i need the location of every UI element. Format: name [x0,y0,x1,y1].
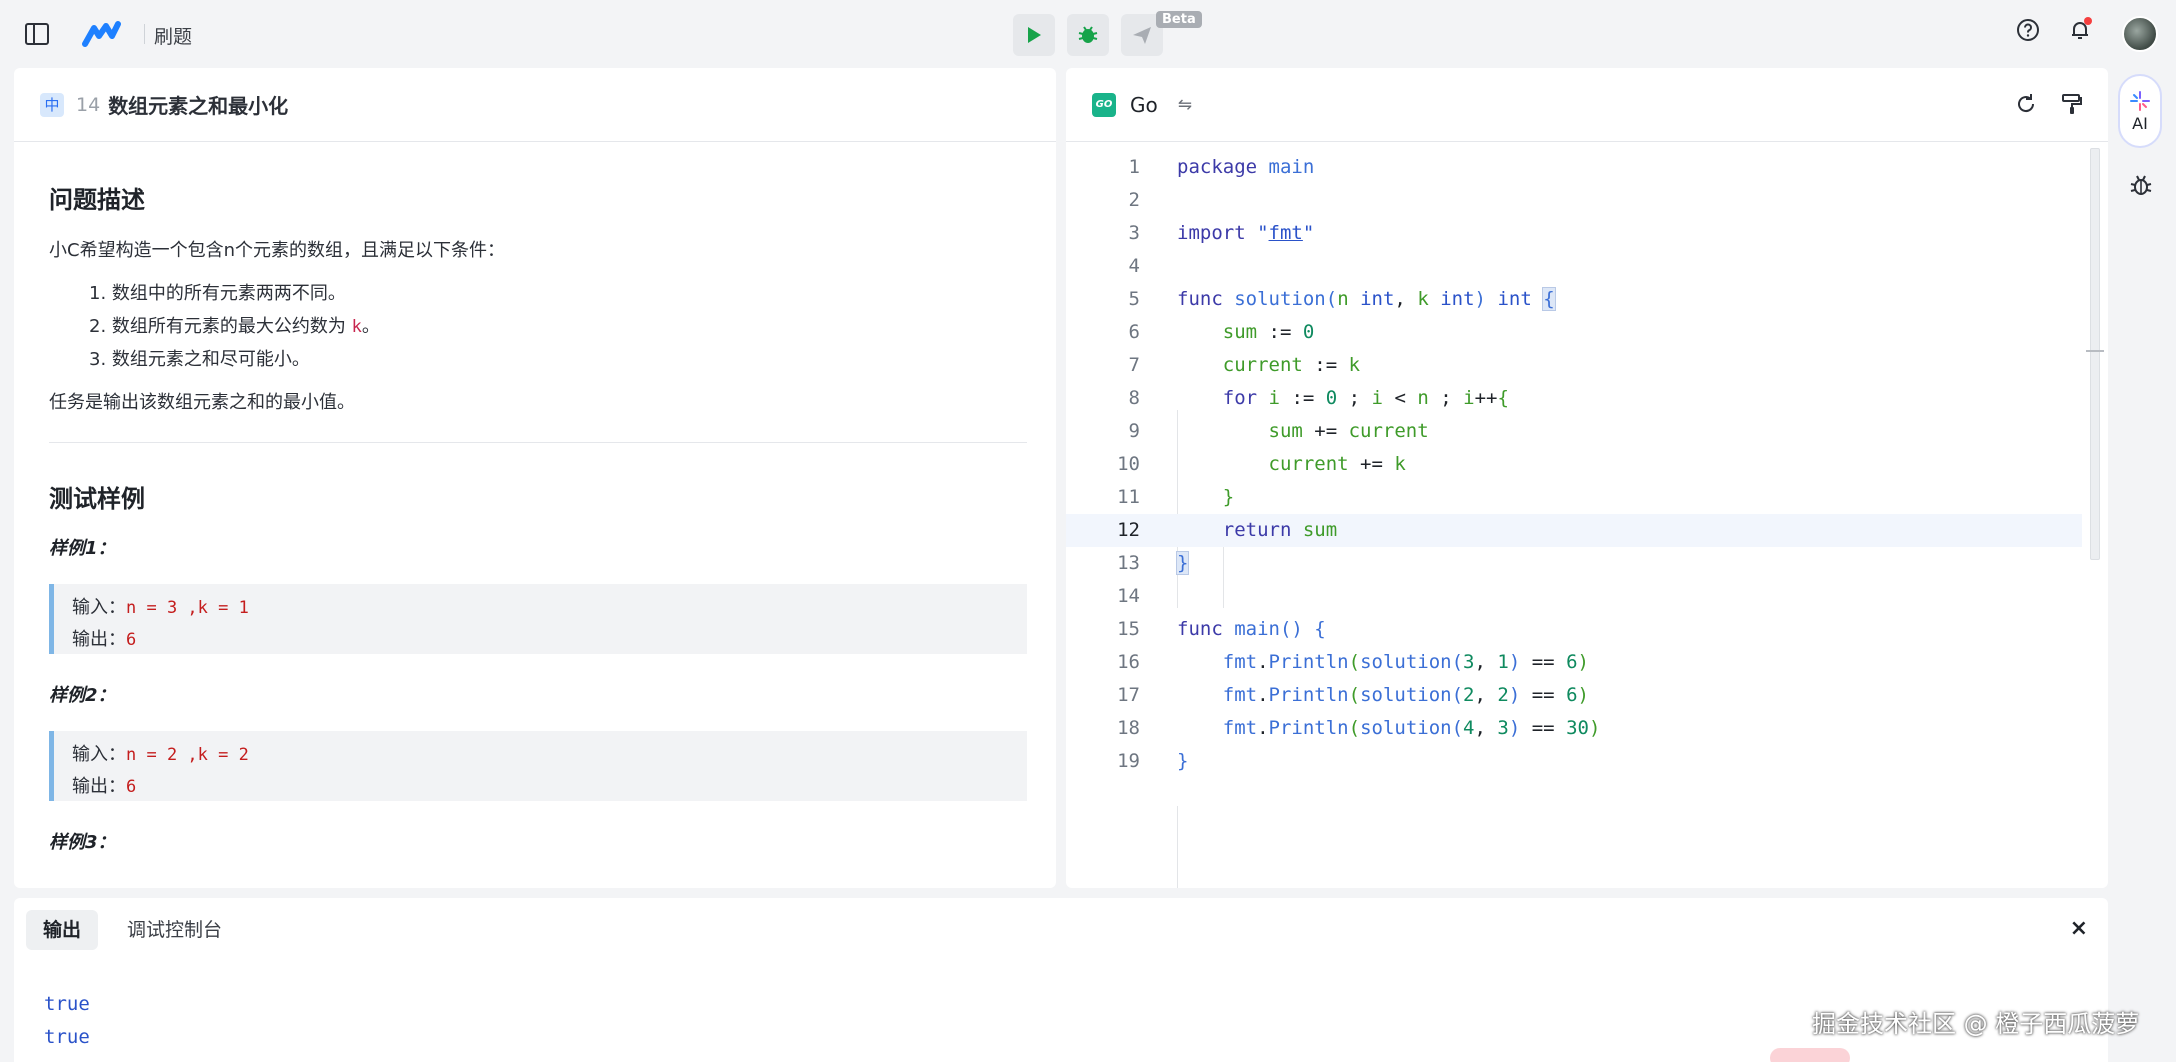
code-line: 13} [1117,551,1190,575]
go-language-icon: GO [1092,92,1116,117]
debug-button[interactable] [1067,14,1109,56]
code-area[interactable]: 1 package main 2 3 import "fmt" 4 5 func so… [1066,142,2108,888]
editor-actions [2014,92,2084,120]
editor-header: GO Go ⇋ [1066,68,2108,142]
example-output: 6 [126,630,137,650]
header-divider [144,24,145,44]
condition-item: 2. 数组所有元素的最大公约数为 k。 [89,316,380,337]
example-box: 输入：n = 3 ,k = 1 输出：6 [49,584,1027,654]
floating-widget[interactable] [1770,1048,1850,1062]
code-line: 7 current := k [1128,354,1361,376]
sidebar-toggle-icon[interactable] [24,22,50,46]
condition-list: 1. 数组中的所有元素两两不同。 2. 数组所有元素的最大公约数为 k。 3. … [89,277,1028,376]
code-line: 11 } [1117,486,1235,508]
logo[interactable] [82,20,126,48]
code-editor-panel: GO Go ⇋ 1 package main 2 3 import "fmt" 4 … [1066,68,2108,888]
example-label: 样例3： [49,832,116,853]
scrollbar-marker [2086,350,2104,352]
code-line: 18 fmt.Println(solution(4, 3) == 30) [1117,717,1601,739]
code-line: 14 [1117,585,1140,607]
problem-number: 14 [76,93,101,116]
run-toolbar [1013,14,1163,56]
ai-label: AI [2132,113,2148,133]
task-text: 任务是输出该数组元素之和的最小值。 [49,392,355,413]
description-heading: 问题描述 [49,186,145,214]
example-label: 样例1： [49,538,116,559]
example-box: 输入：n = 2 ,k = 2 输出：6 [49,731,1027,801]
run-icon [1028,27,1041,43]
reset-icon[interactable] [2014,92,2038,120]
condition-item: 3. 数组元素之和尽可能小。 [89,349,310,370]
condition-item: 1. 数组中的所有元素两两不同。 [89,283,346,304]
tab-debug-console[interactable]: 调试控制台 [110,910,239,950]
code-line: 2 [1128,189,1140,211]
code-line: 16 fmt.Println(solution(3, 1) == 6) [1117,651,1589,673]
bell-icon[interactable] [2066,16,2094,44]
debug-icon [1078,26,1098,43]
output-line: true [44,1026,90,1048]
code-line: 5 func solution(n int, k int) int { [1128,287,1556,311]
code-line: 6 sum := 0 [1128,321,1315,343]
code-line: 9 sum += current [1128,420,1429,442]
close-output-button[interactable]: × [2070,916,2088,941]
example-input: n = 2 ,k = 2 [126,745,249,765]
code-line: 10 current += k [1117,453,1406,475]
output-line: true [44,993,90,1015]
notification-dot [2084,17,2092,25]
watermark: 掘金技术社区 @ 橙子西瓜菠萝 [1812,1010,2140,1038]
help-icon[interactable] [2014,16,2042,44]
output-panel: 输出 调试控制台 × true true [14,898,2108,1062]
section-divider [49,442,1027,443]
code-line: 8 for i := 0 ; i < n ; i++{ [1128,387,1509,409]
language-selector[interactable]: Go [1130,93,1158,117]
code-line-active: 12 return sum [1066,514,2082,547]
example-input: n = 3 ,k = 1 [126,598,249,618]
example-output: 6 [126,777,137,797]
beta-badge: Beta [1156,11,1202,28]
top-bar: 刷题 Beta [0,0,2176,68]
code-line: 17 fmt.Println(solution(2, 2) == 6) [1117,684,1589,706]
format-brush-icon[interactable] [2060,92,2084,120]
app-title: 刷题 [154,26,193,48]
output-tabs: 输出 调试控制台 [26,910,239,950]
avatar[interactable] [2122,16,2158,52]
indent-guide [1177,806,1178,888]
problem-panel: 中 14 数组元素之和最小化 问题描述 小C希望构造一个包含n个元素的数组，且满… [14,68,1056,888]
code-line: 3 import "fmt" [1128,222,1315,244]
code-line: 4 [1128,255,1140,277]
sparkle-icon [2130,90,2150,111]
code-line: 1 package main [1128,156,1315,178]
swap-language-icon[interactable]: ⇋ [1178,95,1192,115]
intro-text: 小C希望构造一个包含n个元素的数组，且满足以下条件： [49,240,505,261]
problem-header: 中 14 数组元素之和最小化 [14,68,1056,142]
editor-scrollbar[interactable] [2090,148,2100,560]
bug-report-icon[interactable] [2128,172,2154,198]
run-button[interactable] [1013,14,1055,56]
ai-assistant-button[interactable]: AI [2118,74,2162,148]
code-line: 15 func main() { [1117,618,1326,640]
example-label: 样例2： [49,685,116,706]
problem-title: 数组元素之和最小化 [108,94,289,118]
submit-icon [1133,27,1151,44]
header-right-tools [2014,16,2094,44]
tab-output[interactable]: 输出 [26,910,99,950]
code-line: 19} [1117,750,1189,772]
difficulty-badge: 中 [40,92,64,117]
examples-heading: 测试样例 [49,485,145,513]
problem-body: 问题描述 小C希望构造一个包含n个元素的数组，且满足以下条件： 1. 数组中的所… [14,180,1056,854]
